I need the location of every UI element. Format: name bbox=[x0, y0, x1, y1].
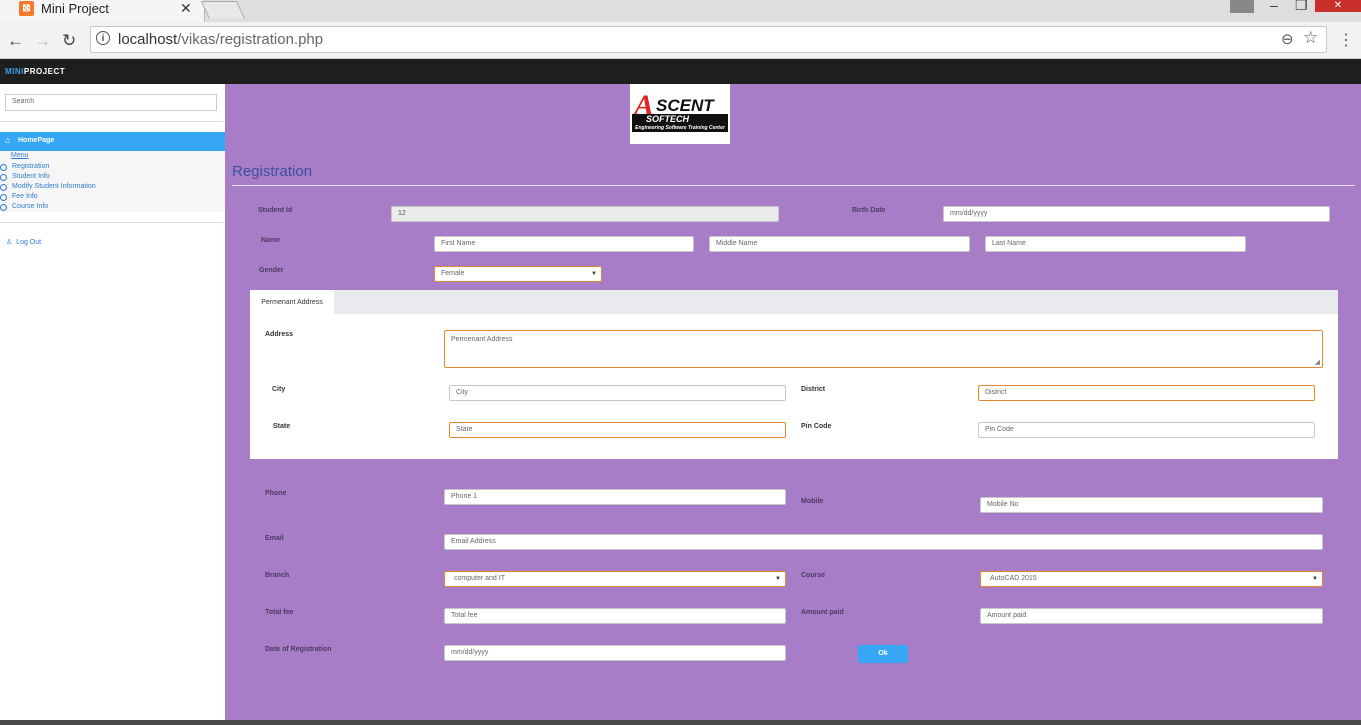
sidebar-item-label: Modify Student Information bbox=[12, 183, 96, 190]
forward-icon[interactable]: → bbox=[34, 31, 51, 51]
tab-close-icon[interactable]: ✕ bbox=[180, 0, 192, 17]
student-id-field[interactable]: 12 bbox=[391, 206, 779, 222]
zoom-icon[interactable]: ⊖ bbox=[1281, 30, 1294, 48]
chevron-down-icon: ▼ bbox=[775, 576, 781, 582]
district-field[interactable]: District bbox=[978, 385, 1315, 401]
minimize-icon[interactable]: – bbox=[1270, 0, 1278, 13]
bookmark-star-icon[interactable]: ☆ bbox=[1303, 28, 1318, 48]
circle-icon bbox=[0, 174, 7, 181]
address-tabbar bbox=[250, 290, 1338, 314]
home-icon: ⌂ bbox=[5, 135, 11, 145]
course-value: AutoCAD 2015 bbox=[990, 575, 1037, 582]
url-host: localhost bbox=[118, 31, 178, 48]
district-label: District bbox=[801, 386, 826, 393]
browser-menu-icon[interactable]: ⋮ bbox=[1338, 30, 1354, 50]
logout-link[interactable]: ♙ Log Out bbox=[6, 238, 41, 246]
ok-button[interactable]: Ok bbox=[858, 645, 908, 663]
address-textarea[interactable]: Permenant Address ◢ bbox=[444, 330, 1323, 368]
course-label: Course bbox=[801, 572, 826, 579]
tab-permanent-address[interactable]: Permenant Address bbox=[250, 290, 334, 315]
city-field[interactable]: City bbox=[449, 385, 786, 401]
xampp-favicon-icon: ⊠ bbox=[19, 1, 34, 16]
divider bbox=[0, 222, 225, 223]
circle-icon bbox=[0, 194, 7, 201]
logo-tagline: Engineering Software Training Center bbox=[632, 125, 728, 132]
sidebar-item-label: Course Info bbox=[12, 203, 49, 210]
gender-label: Gender bbox=[259, 267, 284, 274]
chevron-down-icon: ▼ bbox=[1312, 576, 1318, 582]
mobile-field[interactable]: Mobile No bbox=[980, 497, 1323, 513]
logo-word: SCENT bbox=[656, 96, 714, 115]
student-id-label: Student Id bbox=[258, 207, 293, 214]
branch-select[interactable]: computer and IT ▼ bbox=[444, 571, 786, 587]
email-label: Email bbox=[265, 535, 284, 542]
chevron-down-icon: ▼ bbox=[591, 271, 597, 277]
name-label: Name bbox=[261, 237, 281, 244]
sidebar-item-homepage[interactable]: ⌂ HomePage bbox=[0, 132, 225, 151]
birth-date-label: Birth Date bbox=[852, 207, 886, 214]
birth-date-field[interactable]: mm/dd/yyyy bbox=[943, 206, 1330, 222]
ascent-logo: A SCENT SOFTECH Engineering Software Tra… bbox=[630, 84, 730, 144]
menu-heading-label: Menu bbox=[11, 152, 29, 159]
page-title: Registration bbox=[232, 163, 313, 180]
logout-label: Log Out bbox=[16, 239, 42, 246]
sidebar-item-label: HomePage bbox=[18, 137, 55, 144]
address-label: Address bbox=[265, 331, 294, 338]
middle-name-field[interactable]: Middle Name bbox=[709, 236, 970, 252]
brand-mini: MINI bbox=[5, 67, 24, 76]
total-fee-field[interactable]: Total fee bbox=[444, 608, 786, 624]
state-label: State bbox=[273, 423, 291, 430]
amount-paid-label: Amount paid bbox=[801, 609, 844, 616]
window-close-icon[interactable]: ✕ bbox=[1315, 0, 1361, 12]
sidebar-item-label: Student Info bbox=[12, 173, 50, 180]
reload-icon[interactable]: ↻ bbox=[62, 31, 76, 51]
address-placeholder: Permenant Address bbox=[451, 336, 513, 343]
sidebar-search-input[interactable]: Search bbox=[5, 94, 217, 111]
branch-value: computer and IT bbox=[454, 575, 505, 582]
course-select[interactable]: AutoCAD 2015 ▼ bbox=[980, 571, 1323, 587]
url-path: /vikas/registration.php bbox=[177, 31, 324, 48]
gender-value: Female bbox=[441, 270, 465, 277]
pincode-field[interactable]: Pin Code bbox=[978, 422, 1315, 438]
resize-grip-icon[interactable]: ◢ bbox=[1315, 358, 1320, 366]
circle-icon bbox=[0, 164, 7, 171]
sidebar-item-label: Fee Info bbox=[12, 193, 38, 200]
gender-select[interactable]: Female ▼ bbox=[434, 266, 602, 282]
first-name-field[interactable]: First Name bbox=[434, 236, 694, 252]
app-header bbox=[0, 59, 1361, 84]
info-icon[interactable]: i bbox=[96, 31, 110, 45]
maximize-icon[interactable]: ❐ bbox=[1295, 0, 1308, 14]
phone-field[interactable]: Phone 1 bbox=[444, 489, 786, 505]
branch-label: Branch bbox=[265, 572, 290, 579]
city-label: City bbox=[272, 386, 286, 393]
user-icon: ♙ bbox=[6, 239, 13, 246]
pincode-label: Pin Code bbox=[801, 423, 832, 430]
state-field[interactable]: State bbox=[449, 422, 786, 438]
tab-title: Mini Project bbox=[41, 1, 109, 16]
back-icon[interactable]: ← bbox=[7, 31, 24, 51]
circle-icon bbox=[0, 204, 7, 211]
amount-paid-field[interactable]: Amount paid bbox=[980, 608, 1323, 624]
email-field[interactable]: Email Address bbox=[444, 534, 1323, 550]
logo-softech: SOFTECH bbox=[632, 114, 728, 125]
registration-date-field[interactable]: mm/dd/yyyy bbox=[444, 645, 786, 661]
mobile-label: Mobile bbox=[801, 498, 824, 505]
sidebar-item-label: Registration bbox=[12, 163, 50, 170]
total-fee-label: Total fee bbox=[265, 609, 294, 616]
taskbar-strip bbox=[0, 720, 1361, 725]
phone-label: Phone bbox=[265, 490, 287, 497]
brand-logo[interactable]: MINIPROJECT bbox=[5, 67, 65, 76]
user-profile-icon[interactable] bbox=[1230, 0, 1254, 13]
url-text[interactable]: localhost/vikas/registration.php bbox=[118, 31, 323, 48]
registration-date-label: Date of Registration bbox=[265, 646, 332, 653]
circle-icon bbox=[0, 184, 7, 191]
title-divider bbox=[232, 185, 1355, 186]
divider bbox=[0, 121, 225, 122]
brand-project: PROJECT bbox=[23, 67, 66, 76]
last-name-field[interactable]: Last Name bbox=[985, 236, 1246, 252]
